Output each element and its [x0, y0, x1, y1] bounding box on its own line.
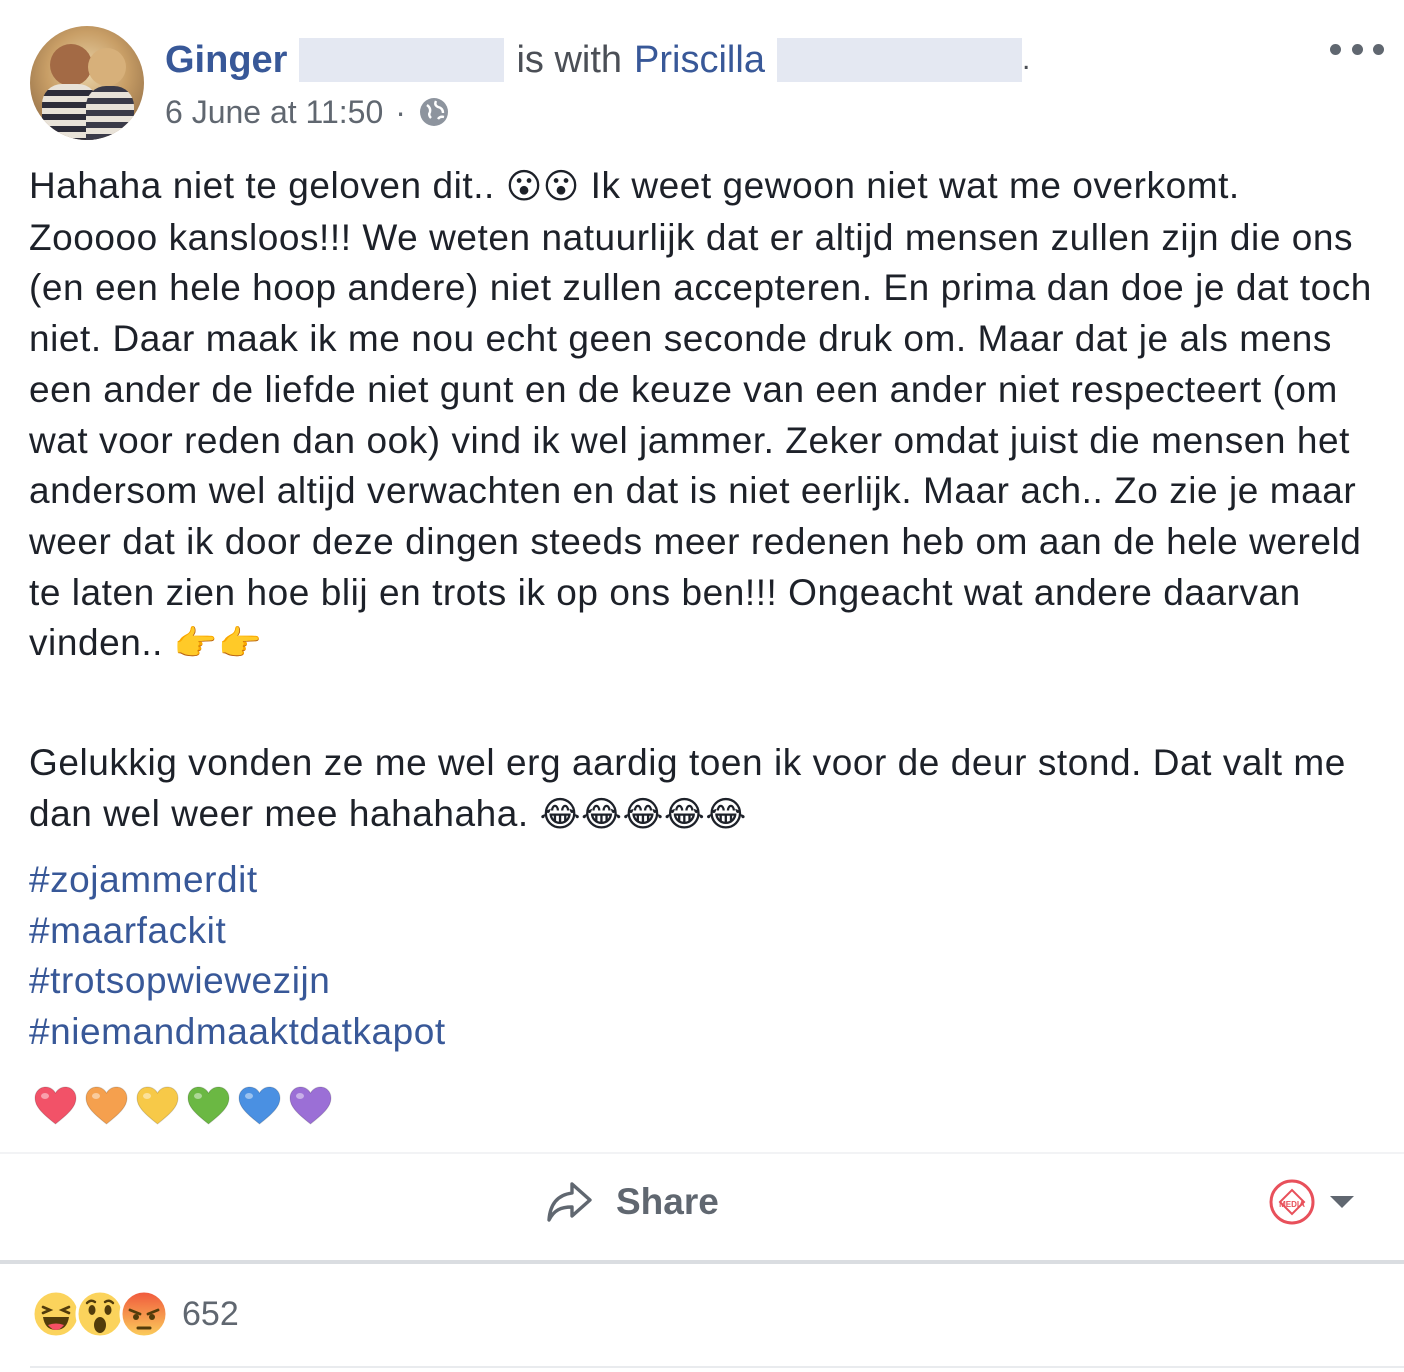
divider: [0, 1260, 1404, 1264]
heart-icon: [238, 1086, 281, 1125]
heart-icon: [136, 1086, 179, 1125]
divider: [30, 1366, 1404, 1368]
author-name-link[interactable]: Ginger: [165, 39, 287, 82]
author-avatar[interactable]: [30, 26, 144, 140]
heart-icon: [34, 1086, 77, 1125]
post-text-main: Ik weet gewoon niet wat me overkomt. Zoo…: [29, 165, 1372, 664]
reaction-count: 652: [182, 1294, 239, 1333]
tagged-person-link[interactable]: Priscilla: [634, 39, 765, 82]
header-period: .: [1021, 43, 1031, 76]
page-logo: MEDIA: [1269, 1179, 1315, 1225]
meta-separator: ·: [395, 93, 406, 130]
post-body-paragraph-2: Gelukkig vonden ze me wel erg aardig toe…: [29, 738, 1379, 840]
heart-icon: [187, 1086, 230, 1125]
redacted-surname: [299, 38, 505, 82]
page-logo-text: MEDIA: [1279, 1200, 1305, 1209]
surprised-emoji: 😮😮: [505, 167, 580, 207]
hashtag-link[interactable]: #niemandmaaktdatkapot: [29, 1007, 446, 1058]
facebook-post: Ginger is with Priscilla . 6 June at 11:…: [0, 0, 1404, 1372]
rainbow-hearts: [33, 1085, 333, 1127]
hashtag-link[interactable]: #trotsopwiewezijn: [29, 956, 446, 1007]
post-text-start: Hahaha niet te geloven dit..: [29, 165, 495, 206]
laughing-emoji: 😂😂😂😂😂: [539, 794, 747, 835]
share-label: Share: [616, 1181, 719, 1222]
heart-icon: [289, 1086, 332, 1125]
post-body: Hahaha niet te geloven dit.. 😮😮 Ik weet …: [29, 161, 1379, 670]
angry-icon: [119, 1289, 169, 1339]
with-label: is with: [516, 38, 623, 81]
hashtag-list: #zojammerdit #maarfackit #trotsopwiewezi…: [29, 855, 446, 1058]
globe-icon[interactable]: [418, 96, 450, 128]
more-options-icon[interactable]: [1330, 36, 1384, 62]
hashtag-link[interactable]: #maarfackit: [29, 906, 446, 957]
share-button[interactable]: Share: [544, 1174, 719, 1230]
hashtag-link[interactable]: #zojammerdit: [29, 855, 446, 906]
redacted-tagged-surname: [776, 38, 1022, 82]
post-meta: 6 June at 11:50 ·: [165, 92, 450, 132]
page-selector[interactable]: MEDIA: [1268, 1178, 1354, 1226]
timestamp-link[interactable]: 6 June at 11:50: [165, 94, 383, 131]
share-arrow-icon: [547, 1182, 592, 1222]
thumbs-emoji: 👉👉: [173, 624, 263, 665]
caret-down-icon[interactable]: [1330, 1196, 1354, 1208]
post-header: Ginger is with Priscilla .: [165, 36, 1030, 84]
reactions-summary[interactable]: 652: [30, 1288, 239, 1340]
divider: [0, 1152, 1404, 1154]
heart-icon: [85, 1086, 128, 1125]
